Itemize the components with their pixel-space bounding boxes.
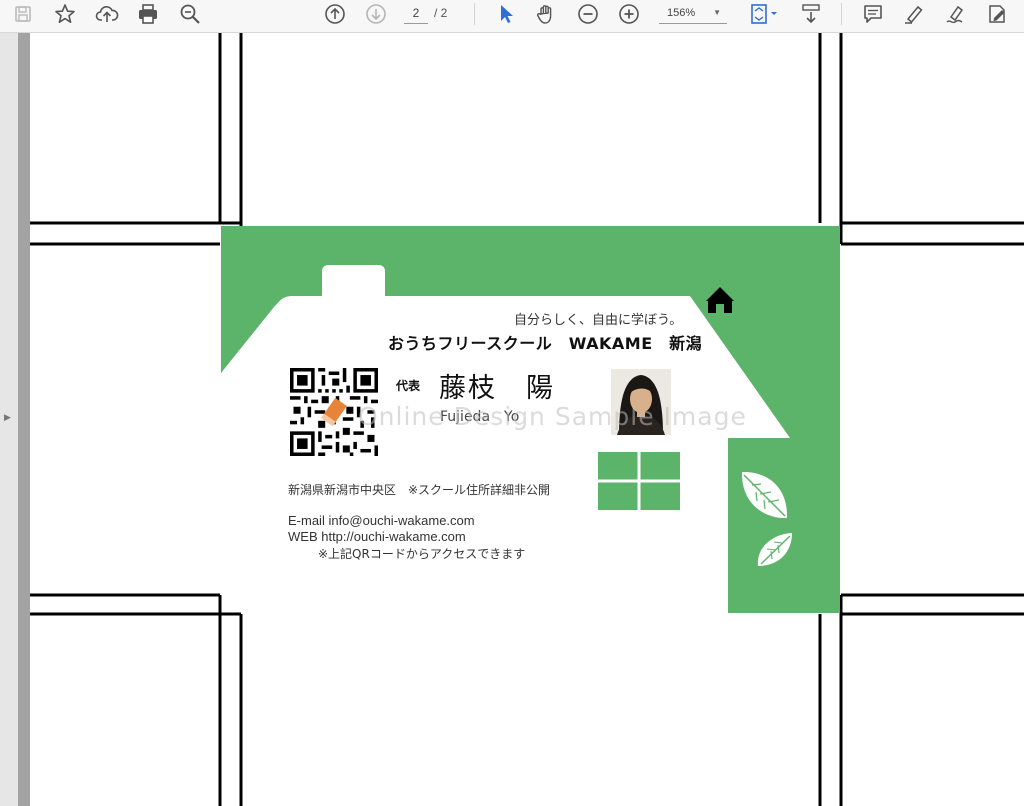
zoom-search-icon[interactable] <box>177 0 203 28</box>
page-total-label: / 2 <box>434 6 448 20</box>
hand-pan-icon[interactable] <box>533 0 559 28</box>
chevron-down-icon: ▼ <box>713 8 721 17</box>
page-down-icon[interactable] <box>363 0 389 28</box>
qr-note-text: ※上記QRコードからアクセスできます <box>318 547 526 561</box>
toolbar: 2 / 2 156% ▼ <box>0 0 1024 33</box>
school-name: おうちフリースクール WAKAME 新潟 <box>388 334 703 353</box>
bookmark-star-icon[interactable] <box>52 0 78 28</box>
highlight-icon[interactable] <box>901 0 927 28</box>
comment-icon[interactable] <box>860 0 886 28</box>
watermark-text: Online Design Sample Image <box>358 402 747 431</box>
email-text: E-mail info@ouchi-wakame.com <box>288 513 475 528</box>
person-name-jp: 藤枝 陽 <box>439 373 555 404</box>
page-up-icon[interactable] <box>322 0 348 28</box>
select-arrow-icon[interactable] <box>493 0 517 28</box>
web-url-text: WEB http://ouchi-wakame.com <box>288 529 466 544</box>
save-icon[interactable] <box>10 0 36 28</box>
fill-sign-icon[interactable] <box>984 0 1010 28</box>
toolbar-divider <box>474 3 475 25</box>
window-icon <box>598 452 680 510</box>
page-number-input[interactable]: 2 <box>404 3 428 24</box>
toolbar-divider <box>841 3 842 25</box>
zoom-level-select[interactable]: 156% ▼ <box>659 3 727 24</box>
upload-cloud-icon[interactable] <box>94 0 120 28</box>
navigation-pane: ▶ <box>0 33 18 806</box>
scroll-mode-icon[interactable] <box>798 0 824 28</box>
pane-divider[interactable] <box>18 33 30 806</box>
document-page: 自分らしく、自由に学ぼう。 おうちフリースクール WAKAME 新潟 代表 藤枝… <box>30 33 1024 806</box>
zoom-level-value: 156% <box>667 7 696 19</box>
sign-icon[interactable] <box>943 0 969 28</box>
zoom-out-icon[interactable] <box>575 0 601 28</box>
print-icon[interactable] <box>135 0 161 28</box>
address-text: 新潟県新潟市中央区 ※スクール住所詳細非公開 <box>288 483 551 497</box>
tagline-text: 自分らしく、自由に学ぼう。 <box>514 313 683 328</box>
role-label: 代表 <box>396 379 421 393</box>
expand-panel-icon[interactable]: ▶ <box>4 413 11 423</box>
zoom-in-icon[interactable] <box>616 0 642 28</box>
page-fit-icon[interactable] <box>746 0 782 28</box>
